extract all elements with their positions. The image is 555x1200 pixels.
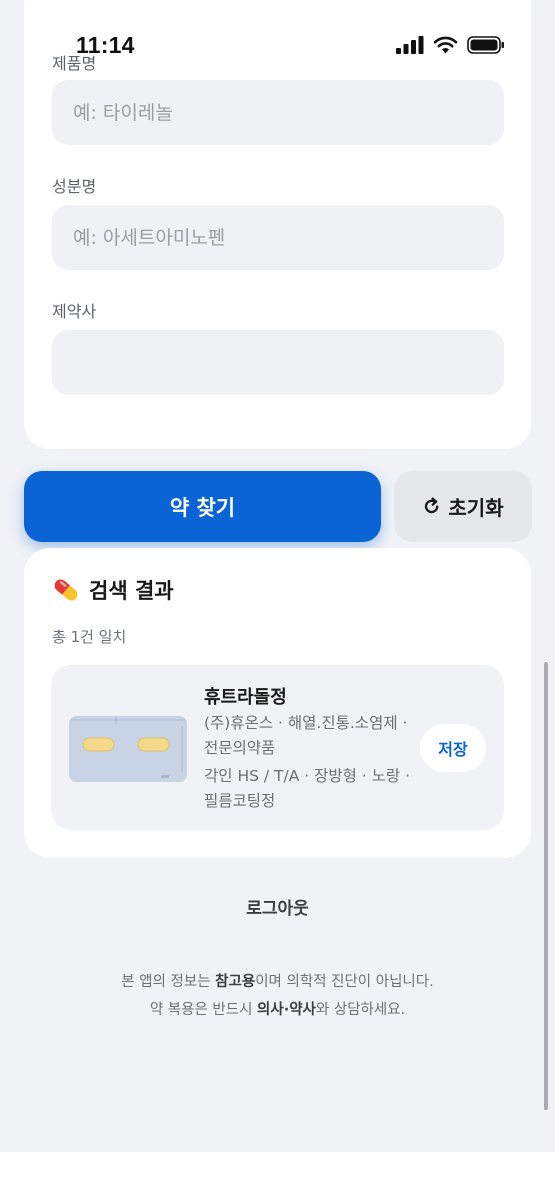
results-title: 검색 결과: [89, 579, 174, 603]
wifi-icon: [433, 36, 458, 54]
pill-shape-info: 각인 HS / T/A · 장방형 · 노랑 · 필름코팅정: [204, 767, 411, 810]
disclaimer-text: 이며 의학적 진단이 아닙니다.: [255, 974, 434, 990]
disclaimer-line-1: 본 앱의 정보는 참고용이며 의학적 진단이 아닙니다.: [0, 968, 555, 996]
disclaimer-text: 와 상담하세요.: [315, 1002, 406, 1018]
disclaimer-text: 본 앱의 정보는: [121, 974, 216, 990]
pill-name: 휴트라돌정: [204, 687, 287, 708]
save-button-label: 저장: [438, 740, 468, 759]
manufacturer-input[interactable]: [52, 330, 504, 395]
refresh-icon: [425, 496, 439, 513]
ingredient-name-input[interactable]: [52, 205, 504, 270]
status-time: 11:14: [76, 32, 135, 58]
logout-label: 로그아웃: [246, 899, 309, 919]
disclaimer: 본 앱의 정보는 참고용이며 의학적 진단이 아닙니다. 약 복용은 반드시 의…: [0, 968, 555, 1024]
bottom-bar: [0, 1152, 555, 1200]
disclaimer-text: 약 복용은 반드시: [149, 1002, 258, 1018]
search-button[interactable]: 약 찾기: [24, 471, 381, 542]
ingredient-name-label: 성분명: [52, 177, 97, 196]
disclaimer-emphasis: 의사·약사: [257, 1002, 316, 1018]
battery-icon: [467, 36, 504, 54]
manufacturer-label: 제약사: [52, 302, 97, 321]
pill-manufacturer-category: (주)휴온스 · 해열.진통.소염제 · 전문의약품: [204, 714, 408, 757]
signal-icon: [396, 36, 424, 54]
product-name-input[interactable]: [52, 80, 504, 145]
logout-link[interactable]: 로그아웃: [0, 894, 555, 919]
reset-button-label: 초기화: [448, 496, 504, 520]
save-button[interactable]: 저장: [420, 724, 486, 772]
disclaimer-line-2: 약 복용은 반드시 의사·약사와 상담하세요.: [0, 996, 555, 1024]
disclaimer-emphasis: 참고용: [215, 974, 256, 990]
pill-image: [69, 716, 187, 782]
results-card: 검색 결과 총 1건 일치 휴트라돌정 (주)휴온스 · 해열.진통.소염제 ·…: [24, 548, 531, 858]
search-button-label: 약 찾기: [169, 495, 236, 520]
pill-icon: [54, 579, 78, 601]
status-bar: 11:14: [0, 0, 555, 68]
scrollbar[interactable]: [544, 662, 548, 1110]
results-count: 총 1건 일치: [52, 628, 127, 646]
result-item[interactable]: 휴트라돌정 (주)휴온스 · 해열.진통.소염제 · 전문의약품 각인 HS /…: [51, 665, 504, 830]
reset-button[interactable]: 초기화: [394, 471, 532, 542]
